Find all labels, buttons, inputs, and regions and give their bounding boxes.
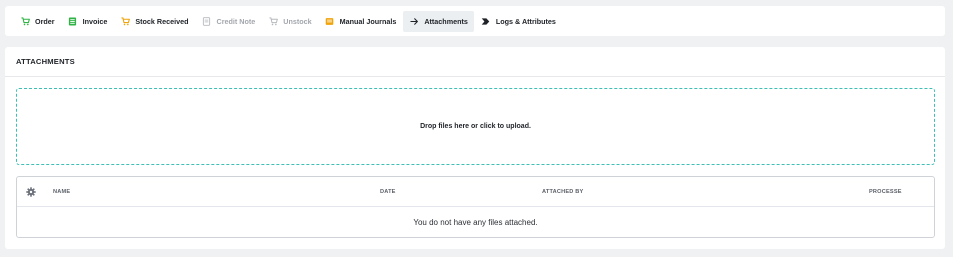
tab-attachments[interactable]: Attachments [403, 10, 474, 32]
cart-icon [120, 16, 130, 26]
tab-invoice[interactable]: Invoice [62, 11, 114, 32]
cart-icon [268, 16, 278, 26]
table-header: NAME DATE ATTACHED BY PROCESSE [17, 177, 934, 207]
tab-label: Stock Received [135, 16, 189, 26]
dropzone-text: Drop files here or click to upload. [420, 123, 531, 130]
tab-label: Logs & Attributes [495, 16, 556, 26]
empty-state-message: You do not have any files attached. [413, 218, 538, 227]
arrow-right-icon [409, 16, 419, 26]
column-header-date[interactable]: DATE [380, 177, 396, 207]
column-header-processed[interactable]: PROCESSE [869, 177, 902, 207]
tab-label: Manual Journals [339, 16, 397, 26]
tab-label: Invoice [82, 16, 108, 26]
tab-credit-note[interactable]: Credit Note [196, 11, 262, 32]
tab-logs-attributes[interactable]: Logs & Attributes [475, 11, 562, 32]
chevron-tag-icon [481, 16, 491, 26]
gear-icon[interactable] [26, 187, 36, 197]
attachments-table: NAME DATE ATTACHED BY PROCESSE You do no… [16, 176, 935, 238]
file-dropzone[interactable]: Drop files here or click to upload. [16, 88, 935, 165]
tab-order[interactable]: Order [14, 11, 61, 32]
tab-stock-received[interactable]: Stock Received [114, 11, 194, 32]
attachments-panel: ATTACHMENTS Drop files here or click to … [5, 47, 945, 249]
column-header-attached-by[interactable]: ATTACHED BY [542, 177, 583, 207]
invoice-icon [68, 16, 78, 26]
tab-label: Credit Note [216, 16, 256, 26]
tab-label: Attachments [424, 16, 468, 26]
journal-icon [325, 16, 335, 26]
tab-label: Order [35, 16, 55, 26]
cart-icon [20, 16, 30, 26]
tab-unstock[interactable]: Unstock [262, 11, 317, 32]
column-header-name[interactable]: NAME [53, 177, 70, 207]
tab-label: Unstock [283, 16, 312, 26]
document-icon [202, 16, 212, 26]
tab-manual-journals[interactable]: Manual Journals [319, 11, 403, 32]
tab-bar: Order Invoice Stock Received Credit Note… [5, 6, 945, 36]
panel-title: ATTACHMENTS [5, 47, 945, 77]
